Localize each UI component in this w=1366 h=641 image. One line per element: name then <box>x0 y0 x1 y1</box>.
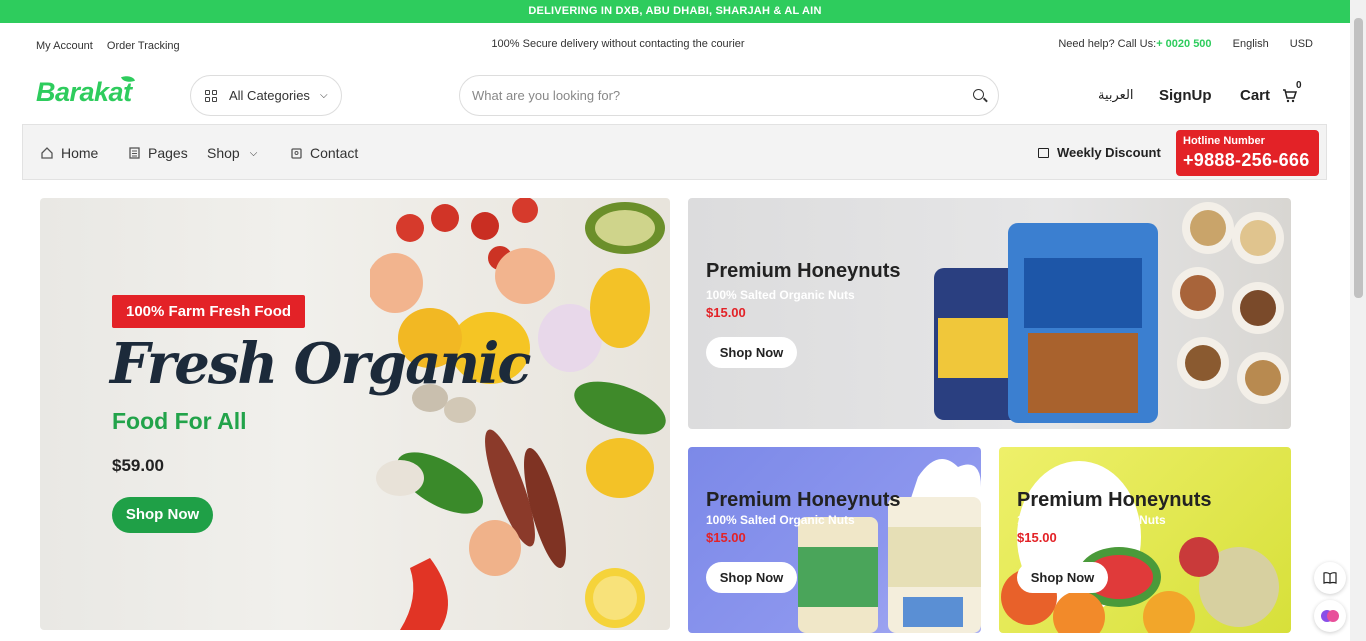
hero-subtitle: Food For All <box>112 408 247 434</box>
hotline-number: +9888-256-666 <box>1183 150 1310 170</box>
nav-home-label: Home <box>61 145 99 161</box>
promo-banner-baby-food: Premium Honeynuts 100% Salted Organic Nu… <box>688 447 981 633</box>
weekly-discount-label: Weekly Discount <box>1057 145 1161 160</box>
promo-subtitle: 100% Salted Organic Nuts <box>1017 513 1166 527</box>
help-text: Need help? Call Us:+ 0020 500 <box>1058 38 1211 50</box>
main-nav: Home Pages Shop ⌵ Contact Weekly Discoun… <box>22 124 1327 180</box>
nav-contact[interactable]: Contact <box>291 145 358 161</box>
contact-icon <box>291 148 302 159</box>
hero-title: Fresh Organic <box>110 331 531 397</box>
nav-pages[interactable]: Pages <box>129 145 188 161</box>
arabic-language-link[interactable]: العربية <box>1098 88 1134 103</box>
hotline-box[interactable]: Hotline Number +9888-256-666 <box>1176 130 1319 176</box>
hotline-label: Hotline Number <box>1183 135 1265 147</box>
promo-shop-now-button[interactable]: Shop Now <box>706 562 797 593</box>
top-bar: My Account Order Tracking 100% Secure de… <box>0 23 1350 67</box>
nav-home[interactable]: Home <box>41 145 98 161</box>
home-icon <box>41 147 53 159</box>
search-bar <box>459 75 999 116</box>
book-icon[interactable] <box>1314 562 1346 594</box>
scrollbar[interactable] <box>1350 0 1366 641</box>
nav-shop-label: Shop <box>207 145 240 161</box>
chevron-down-icon: ⌵ <box>249 147 258 159</box>
nav-contact-label: Contact <box>310 145 359 161</box>
signup-link[interactable]: SignUp <box>1159 87 1212 104</box>
calendar-icon <box>1038 147 1049 158</box>
promo-shop-now-button[interactable]: Shop Now <box>706 337 797 368</box>
hero-banner: 100% Farm Fresh Food Fresh Organic Food … <box>40 198 670 630</box>
promo-title: Premium Honeynuts <box>706 260 901 282</box>
promo-price: $15.00 <box>1017 530 1057 545</box>
scrollbar-thumb[interactable] <box>1354 18 1363 298</box>
cart-link[interactable]: Cart <box>1240 87 1270 104</box>
farm-fresh-badge: 100% Farm Fresh Food <box>112 295 306 328</box>
logo[interactable]: Barakat <box>36 73 136 108</box>
search-icon[interactable] <box>973 89 984 100</box>
promo-banner-fruits: Premium Honeynuts 100% Salted Organic Nu… <box>999 447 1291 633</box>
all-categories-button[interactable]: All Categories ⌵ <box>190 75 342 116</box>
search-input[interactable] <box>460 76 940 115</box>
promo-banner-nuts: Premium Honeynuts 100% Salted Organic Nu… <box>688 198 1291 429</box>
logo-text: Barakat <box>36 77 132 107</box>
chevron-down-icon: ⌵ <box>319 90 328 101</box>
promo-title: Premium Honeynuts <box>706 489 901 511</box>
help-label: Need help? Call Us: <box>1058 38 1157 50</box>
promo-subtitle: 100% Salted Organic Nuts <box>706 513 855 527</box>
hero-price: $59.00 <box>112 456 164 475</box>
promo-price: $15.00 <box>706 305 746 320</box>
help-phone[interactable]: + 0020 500 <box>1156 38 1211 50</box>
main-header: Barakat All Categories ⌵ العربية SignUp … <box>0 67 1350 124</box>
baby-food-image <box>798 459 981 633</box>
nuts-image <box>934 202 1289 423</box>
all-categories-label: All Categories <box>229 88 310 103</box>
hero-shop-now-button[interactable]: Shop Now <box>112 497 213 533</box>
pages-icon <box>129 147 140 159</box>
nav-shop[interactable]: Shop ⌵ <box>207 145 257 161</box>
vegetables-image <box>370 198 666 630</box>
cart-count-badge: 0 <box>1296 80 1302 91</box>
promo-title: Premium Honeynuts <box>1017 489 1212 511</box>
brain-icon[interactable] <box>1314 600 1346 632</box>
promo-price: $15.00 <box>706 530 746 545</box>
language-selector[interactable]: English <box>1233 38 1269 50</box>
promo-subtitle: 100% Salted Organic Nuts <box>706 288 855 302</box>
promo-shop-now-button[interactable]: Shop Now <box>1017 562 1108 593</box>
announcement-bar: DELIVERING IN DXB, ABU DHABI, SHARJAH & … <box>0 0 1350 23</box>
currency-selector[interactable]: USD <box>1290 38 1313 50</box>
weekly-discount-link[interactable]: Weekly Discount <box>1038 145 1161 160</box>
nav-pages-label: Pages <box>148 145 188 161</box>
grid-icon <box>205 89 217 102</box>
cart-icon[interactable] <box>1282 89 1297 103</box>
